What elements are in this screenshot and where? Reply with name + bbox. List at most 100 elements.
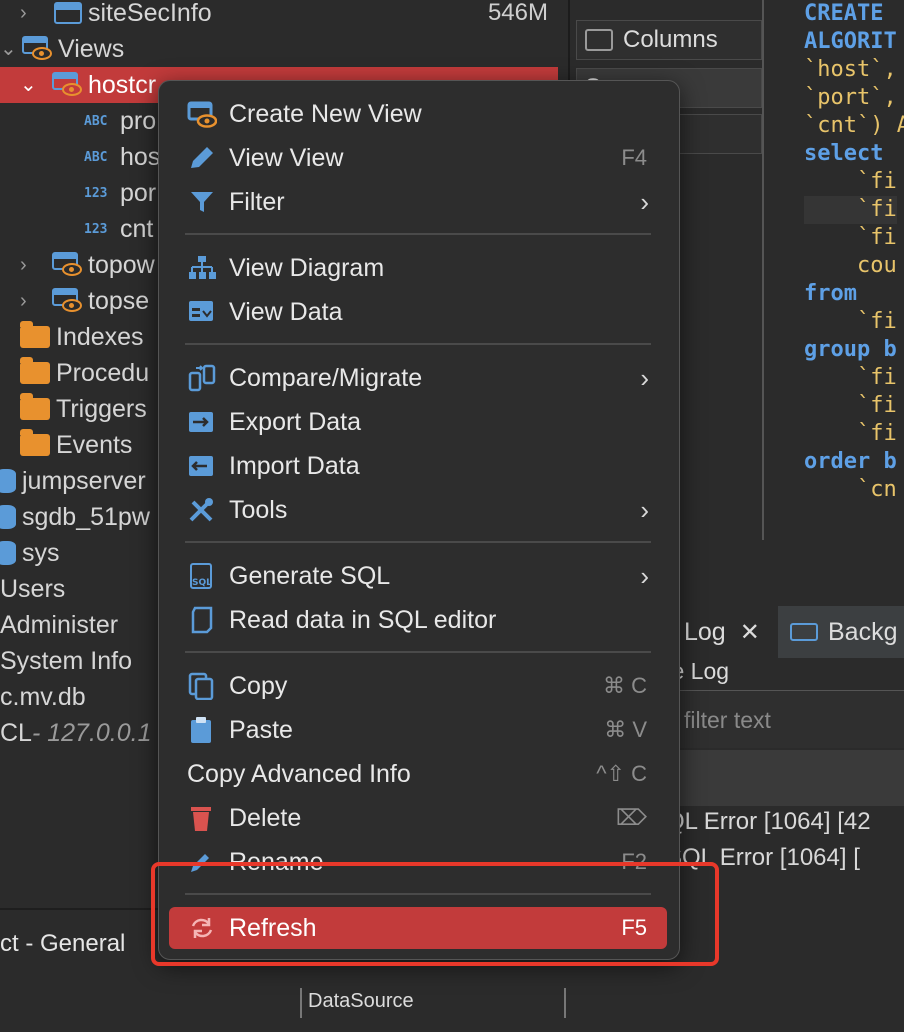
view-folder-icon: [22, 36, 52, 62]
filter-icon: [185, 187, 219, 217]
tree-item-sitesecinfo[interactable]: › siteSecInfo 546M: [0, 0, 558, 31]
menu-item-delete[interactable]: Delete ⌦: [169, 797, 667, 839]
sql-identifier: `cn: [804, 477, 897, 502]
menu-item-import-data[interactable]: Import Data: [169, 445, 667, 487]
sql-keyword: select: [804, 141, 884, 166]
table-size: 546M: [487, 0, 548, 26]
menu-item-create-new-view[interactable]: Create New View: [169, 93, 667, 135]
number-column-icon: 123: [84, 185, 108, 201]
diagram-icon: [185, 253, 219, 283]
chevron-down-icon[interactable]: ⌄: [0, 39, 18, 59]
code-line[interactable]: group b: [804, 336, 897, 364]
tab-label: Columns: [623, 26, 718, 53]
menu-item-view-diagram[interactable]: View Diagram: [169, 247, 667, 289]
connection-host: - 127.0.0.1: [31, 718, 152, 747]
menu-item-label: Copy: [229, 671, 288, 700]
tree-item-label: CL: [0, 718, 32, 747]
export-icon: [185, 407, 219, 437]
compare-icon: [185, 363, 219, 393]
code-line[interactable]: `fi: [804, 196, 897, 224]
code-line[interactable]: CREATE: [804, 0, 883, 28]
tree-item-views[interactable]: ⌄ Views: [0, 31, 558, 67]
menu-item-label: Read data in SQL editor: [229, 605, 497, 634]
tree-item-label: Procedu: [56, 358, 150, 387]
code-line[interactable]: `host`,: [804, 56, 897, 84]
tree-item-label: topse: [88, 286, 150, 315]
sql-identifier: `host`,: [804, 57, 897, 82]
shortcut-label: ⌘ C: [603, 673, 647, 698]
log-title: ce Log: [660, 658, 730, 684]
tab-general[interactable]: ct - General: [0, 930, 170, 970]
view-icon: [52, 72, 82, 98]
menu-item-label: Copy Advanced Info: [187, 759, 411, 788]
tab-log[interactable]: Log ✕: [668, 606, 778, 658]
code-line[interactable]: `fi: [804, 168, 897, 196]
tree-item-label: Triggers: [56, 394, 147, 423]
code-line[interactable]: cou: [804, 252, 897, 280]
sql-identifier: `fi: [804, 421, 897, 446]
tree-item-label: sys: [22, 538, 60, 567]
menu-item-label: Filter: [229, 187, 285, 216]
code-line[interactable]: `fi: [804, 364, 897, 392]
menu-item-export-data[interactable]: Export Data: [169, 401, 667, 443]
menu-item-filter[interactable]: Filter ›: [169, 181, 667, 223]
database-icon: [0, 469, 16, 493]
log-filter-input[interactable]: filter text: [660, 690, 904, 748]
shortcut-label: ^⇧ C: [596, 761, 647, 786]
code-line[interactable]: ALGORIT: [804, 28, 897, 56]
code-line[interactable]: `fi: [804, 420, 897, 448]
folder-icon: [20, 321, 50, 348]
menu-separator: [185, 233, 651, 235]
chevron-right-icon[interactable]: ›: [20, 291, 38, 311]
code-line[interactable]: `cnt`) A: [804, 112, 904, 140]
menu-item-label: Tools: [229, 495, 288, 524]
code-line[interactable]: `cn: [804, 476, 897, 504]
menu-item-tools[interactable]: Tools ›: [169, 489, 667, 531]
menu-item-read-data-sql-editor[interactable]: Read data in SQL editor: [169, 599, 667, 641]
shortcut-label: ⌦: [615, 805, 647, 830]
tab-columns[interactable]: Columns: [576, 20, 762, 60]
close-icon[interactable]: ✕: [740, 618, 760, 647]
tab-label: Backg: [828, 617, 898, 646]
log-row[interactable]: QL Error [1064] [42: [660, 808, 904, 842]
log-table-header: [660, 750, 904, 806]
copy-icon: [185, 671, 219, 701]
code-line[interactable]: from: [804, 280, 857, 308]
code-line[interactable]: `port`,: [804, 84, 897, 112]
menu-separator: [185, 651, 651, 653]
menu-item-view-view[interactable]: View View F4: [169, 137, 667, 179]
submenu-arrow-icon: ›: [640, 560, 649, 591]
menu-item-copy[interactable]: Copy ⌘ C: [169, 665, 667, 707]
code-line[interactable]: order b: [804, 448, 897, 476]
sql-keyword: ALGORIT: [804, 29, 897, 54]
submenu-arrow-icon: ›: [640, 186, 649, 217]
battery-icon: [790, 623, 818, 641]
code-line[interactable]: `fi: [804, 392, 897, 420]
code-line[interactable]: select: [804, 140, 883, 168]
sql-identifier: cou: [804, 253, 897, 278]
svg-text:SQL: SQL: [192, 578, 212, 588]
tree-item-label: hostcr: [88, 70, 157, 99]
sql-source-editor[interactable]: CREATE ALGORIT `host`, `port`, `cnt`) A selec…: [762, 0, 904, 540]
tab-background-tasks[interactable]: Backg: [790, 606, 904, 658]
menu-item-label: Delete: [229, 803, 302, 832]
database-icon: [0, 505, 16, 529]
menu-item-compare-migrate[interactable]: Compare/Migrate ›: [169, 357, 667, 399]
chevron-right-icon[interactable]: ›: [20, 255, 38, 275]
code-line[interactable]: `fi: [804, 308, 897, 336]
menu-item-generate-sql[interactable]: SQL Generate SQL ›: [169, 555, 667, 597]
tree-item-label: siteSecInfo: [88, 0, 212, 27]
menu-item-copy-advanced-info[interactable]: Copy Advanced Info ^⇧ C: [169, 753, 667, 795]
sql-identifier: `port`,: [804, 85, 897, 110]
chevron-down-icon[interactable]: ⌄: [20, 75, 38, 95]
chevron-right-icon[interactable]: ›: [20, 3, 38, 23]
datasource-label: DataSource: [300, 988, 566, 1018]
menu-item-view-data[interactable]: View Data: [169, 291, 667, 333]
code-line[interactable]: `fi: [804, 224, 897, 252]
folder-icon: [20, 429, 50, 456]
menu-item-label: Paste: [229, 715, 293, 744]
create-view-icon: [185, 99, 219, 129]
menu-item-paste[interactable]: Paste ⌘ V: [169, 709, 667, 751]
sql-identifier: `fi: [804, 393, 897, 418]
sql-editor-icon: [185, 605, 219, 635]
